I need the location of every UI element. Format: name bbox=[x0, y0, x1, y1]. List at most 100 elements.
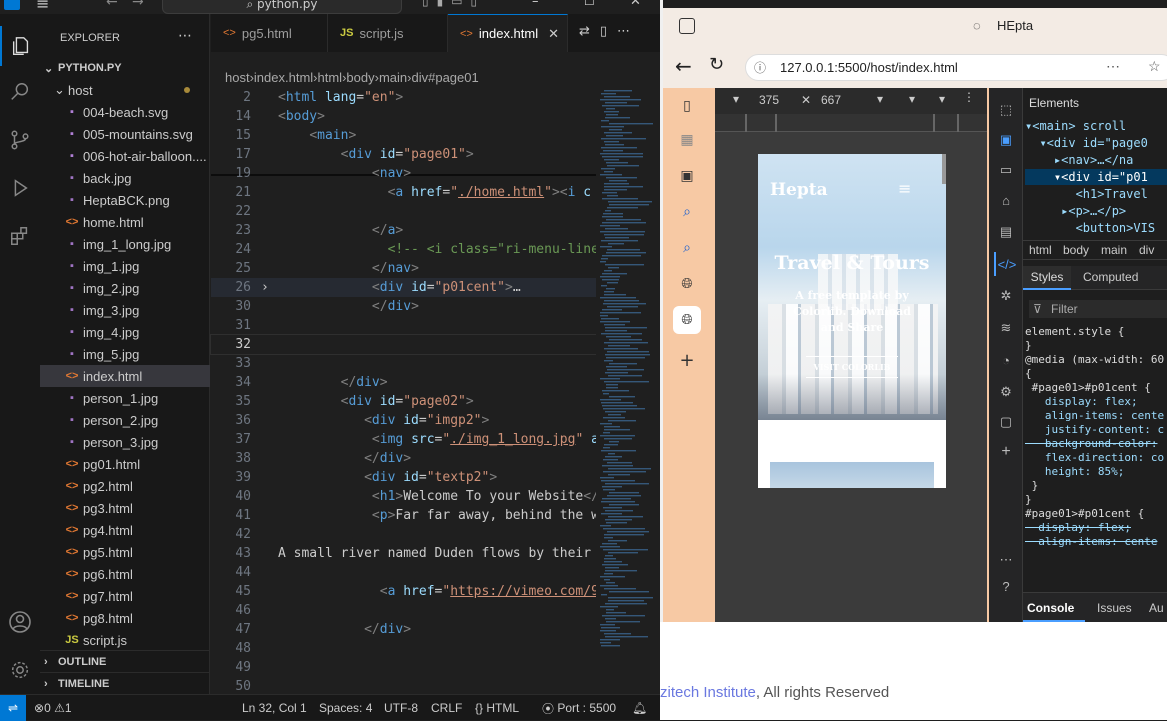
file-item[interactable]: ▪ 006-hot-air-balloon.... bbox=[40, 145, 210, 167]
extensions-icon[interactable] bbox=[0, 216, 40, 256]
close-window-button[interactable]: ✕ bbox=[630, 0, 641, 9]
visit-colorlib-button[interactable]: VISIT COLORLIB bbox=[806, 356, 898, 378]
minimap[interactable] bbox=[596, 88, 660, 694]
code-line[interactable]: 48 bbox=[211, 639, 596, 658]
code-line[interactable]: 22 bbox=[211, 202, 596, 221]
address-bar[interactable]: ⓘ 127.0.0.1:5500/host/index.html ⋯ ☆ bbox=[745, 54, 1167, 81]
code-line[interactable]: 24 <!-- <i class="ri-menu-line bbox=[211, 240, 596, 259]
code-line[interactable]: 34 </div> bbox=[211, 373, 596, 392]
console-icon[interactable]: ▤ bbox=[994, 220, 1018, 244]
file-item[interactable]: <> pg3.html bbox=[40, 497, 210, 519]
file-item[interactable]: ▪ img_4.jpg bbox=[40, 321, 210, 343]
remote-icon[interactable]: ⇌ bbox=[0, 695, 26, 721]
file-item[interactable]: <> pg5.html bbox=[40, 541, 210, 563]
source-control-icon[interactable] bbox=[0, 120, 40, 160]
back-button[interactable]: ← bbox=[675, 54, 692, 78]
file-item[interactable]: ▪ img_5.jpg bbox=[40, 343, 210, 365]
encoding[interactable]: UTF-8 bbox=[384, 695, 418, 721]
command-search-box[interactable]: ⌕ python.py bbox=[162, 0, 402, 14]
site-logo[interactable]: Hepta bbox=[770, 180, 828, 200]
code-line[interactable]: 32 bbox=[210, 334, 597, 355]
device-more-icon[interactable]: ⋮ bbox=[963, 90, 975, 104]
workspaces-icon[interactable] bbox=[679, 18, 695, 34]
code-line[interactable]: 36 <div id="imgp2"> bbox=[211, 411, 596, 430]
home-icon[interactable]: ⌂ bbox=[994, 188, 1018, 212]
close-tab-icon[interactable]: ✕ bbox=[548, 26, 559, 42]
device-height[interactable]: 667 bbox=[821, 93, 841, 107]
devtools-more-icon[interactable]: ⋯ bbox=[994, 548, 1018, 572]
file-item[interactable]: ▪ 005-mountains.svg bbox=[40, 123, 210, 145]
file-item[interactable]: ▪ img_1_long.jpg bbox=[40, 233, 210, 255]
settings-gear-icon[interactable]: ⚙ bbox=[994, 380, 1018, 404]
issues-tab[interactable]: Issues bbox=[1097, 601, 1132, 615]
cursor-position[interactable]: Ln 32, Col 1 bbox=[242, 695, 307, 721]
network-wifi-icon[interactable]: ≋ bbox=[994, 316, 1018, 340]
inspect-icon[interactable]: ⬚ bbox=[994, 98, 1018, 122]
tab-script[interactable]: JS script.js bbox=[328, 14, 448, 52]
code-line[interactable]: 39 <div id="textp2"> bbox=[211, 468, 596, 487]
explorer-more-icon[interactable]: ⋯ bbox=[178, 28, 192, 44]
bug-icon[interactable]: ✲ bbox=[994, 284, 1018, 308]
code-line[interactable]: 23 </a> bbox=[211, 221, 596, 240]
css-line[interactable]: align-items: cente bbox=[1025, 534, 1167, 550]
more-icon[interactable]: ⋯ bbox=[1106, 58, 1120, 75]
file-item[interactable]: <> pg6.html bbox=[40, 563, 210, 585]
notifications-bell-icon[interactable]: 🔔︎ bbox=[632, 695, 647, 721]
code-line[interactable]: 44 bbox=[211, 563, 596, 582]
file-item[interactable]: ▪ person_1.jpg bbox=[40, 387, 210, 409]
code-line[interactable]: 2 <html lang="en"> bbox=[211, 88, 596, 107]
dom-node[interactable]: ▾<main> scroll bbox=[1025, 118, 1167, 134]
file-item[interactable]: <> index.html bbox=[40, 365, 210, 387]
search-icon[interactable] bbox=[0, 72, 40, 112]
dom-node[interactable]: ▾<div id="page0 bbox=[1025, 135, 1167, 151]
dom-node[interactable]: <button>VIS bbox=[1025, 220, 1167, 236]
outline-section[interactable]: › OUTLINE bbox=[40, 650, 210, 672]
breadcrumb-item[interactable]: html bbox=[318, 70, 343, 85]
breadcrumb-item[interactable]: body bbox=[346, 70, 374, 85]
application-icon[interactable]: ▢ bbox=[994, 410, 1018, 434]
explorer-icon[interactable] bbox=[0, 26, 40, 66]
problems-indicator[interactable]: ⊗ 0 ⚠ 1 bbox=[34, 695, 72, 721]
code-line[interactable]: 40 <h1>Welcome To your Website</ bbox=[211, 487, 596, 506]
code-line[interactable]: 35 <div id="page02"> bbox=[211, 392, 596, 411]
file-item[interactable]: <> pg7.html bbox=[40, 585, 210, 607]
code-line[interactable]: 37 <img src="./img_1_long.jpg" a bbox=[211, 430, 596, 449]
maximize-button[interactable]: ☐ bbox=[584, 0, 595, 8]
dropdown-icon[interactable]: ▾ bbox=[877, 92, 883, 106]
dropdown-icon[interactable]: ▾ bbox=[939, 92, 945, 106]
refresh-button[interactable]: ↻ bbox=[709, 54, 724, 75]
globe-active-icon[interactable]: 🌐︎ bbox=[673, 306, 701, 334]
dropdown-icon[interactable]: ▾ bbox=[733, 92, 739, 106]
code-line[interactable]: 26 <div id="p01cent">… › bbox=[211, 278, 596, 297]
code-area[interactable]: 2 <html lang="en"> 14 <body> 15 <main> 17 <di… bbox=[210, 88, 597, 694]
styles-tab[interactable]: Styles bbox=[1023, 266, 1071, 290]
fold-chevron-icon[interactable]: › bbox=[261, 278, 269, 297]
file-item[interactable]: ▪ person_2.jpg bbox=[40, 409, 210, 431]
console-tab[interactable]: Console bbox=[1027, 601, 1074, 615]
elements-code-icon[interactable]: </> bbox=[994, 252, 1018, 276]
breadcrumb-item[interactable]: div#page01 bbox=[412, 70, 479, 85]
styles-filter-input[interactable]: ⊽ Filter bbox=[1029, 300, 1167, 318]
menu-icon[interactable]: ≡ bbox=[36, 0, 49, 13]
add-tool-plus-icon[interactable]: + bbox=[994, 440, 1018, 464]
dropdown-icon[interactable]: ▾ bbox=[909, 92, 915, 106]
indentation[interactable]: Spaces: 4 bbox=[319, 695, 372, 721]
dom-node[interactable]: <h1>Travel bbox=[1025, 186, 1167, 202]
code-line[interactable]: 38 </div> bbox=[211, 449, 596, 468]
file-item[interactable]: ▪ person_3.jpg bbox=[40, 431, 210, 453]
path-div[interactable]: div bbox=[1139, 243, 1154, 257]
file-item[interactable]: ▪ HeptaBCK.png bbox=[40, 189, 210, 211]
computed-tab[interactable]: Computed bbox=[1083, 270, 1138, 284]
globe-icon[interactable]: 🌐︎ bbox=[673, 270, 701, 298]
file-item[interactable]: <> pg2.html bbox=[40, 475, 210, 497]
more-drawer-tab[interactable]: Au bbox=[1149, 601, 1164, 615]
code-line[interactable]: 33 bbox=[211, 354, 596, 373]
code-line[interactable]: 25 </nav> bbox=[211, 259, 596, 278]
tab-pg5[interactable]: <> pg5.html bbox=[211, 14, 328, 52]
media-query-bar[interactable] bbox=[715, 114, 987, 132]
folder-host[interactable]: ⌄ host bbox=[40, 79, 210, 101]
live-server-port[interactable]: ⦿ Port : 5500 bbox=[542, 695, 616, 721]
file-item[interactable]: ▪ img_2.jpg bbox=[40, 277, 210, 299]
code-line[interactable]: 47 </div> bbox=[211, 620, 596, 639]
language-mode[interactable]: {} HTML bbox=[475, 695, 519, 721]
